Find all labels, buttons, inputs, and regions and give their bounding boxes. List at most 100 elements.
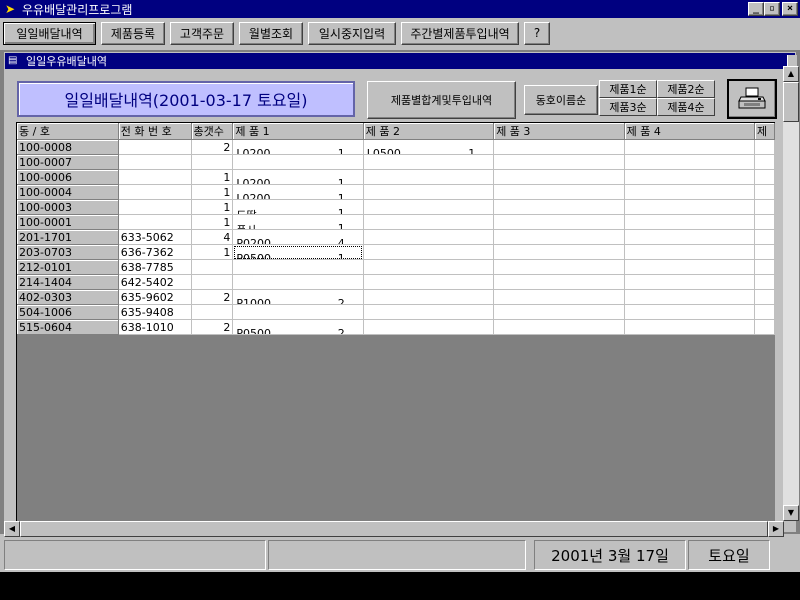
product3-cell[interactable]	[493, 169, 625, 185]
product3-cell[interactable]	[493, 319, 625, 335]
product5-cell[interactable]	[754, 289, 775, 305]
total-cell[interactable]	[191, 304, 234, 320]
table-row[interactable]: 203-0703 636-7362 1 P0500 1	[17, 244, 775, 260]
table-row[interactable]: 515-0604 638-1010 2 P0500 2	[17, 319, 775, 335]
horizontal-scrollbar[interactable]: ◀ ▶	[4, 521, 784, 537]
product4-cell[interactable]	[624, 214, 756, 230]
scroll-right-arrow-icon[interactable]: ▶	[768, 521, 784, 537]
product2-cell[interactable]: L0500 1	[363, 139, 495, 155]
product5-cell[interactable]	[754, 244, 775, 260]
print-button[interactable]	[727, 79, 777, 119]
table-row[interactable]: 201-1701 633-5062 4 P0200 4	[17, 229, 775, 245]
product5-cell[interactable]	[754, 184, 775, 200]
close-button[interactable]: ×	[782, 2, 798, 16]
address-cell[interactable]: 515-0604	[17, 319, 119, 335]
address-cell[interactable]: 504-1006	[17, 304, 119, 320]
table-row[interactable]: 100-0006 1 L0200 1	[17, 169, 775, 185]
product1-cell[interactable]: P0200 4	[232, 229, 364, 245]
horizontal-scroll-thumb[interactable]	[20, 521, 768, 537]
product3-cell[interactable]	[493, 214, 625, 230]
address-cell[interactable]: 100-0006	[17, 169, 119, 185]
address-cell[interactable]: 201-1701	[17, 229, 119, 245]
total-cell[interactable]: 1	[191, 214, 234, 230]
product2-cell[interactable]	[363, 184, 495, 200]
table-row[interactable]: 100-0004 1 L0200 1	[17, 184, 775, 200]
product1-cell[interactable]	[232, 304, 364, 320]
table-row[interactable]: 100-0007	[17, 154, 775, 170]
vertical-scrollbar[interactable]: ▲ ▼	[783, 66, 799, 521]
address-cell[interactable]: 212-0101	[17, 259, 119, 275]
total-cell[interactable]: 4	[191, 229, 234, 245]
product5-cell[interactable]	[754, 274, 775, 290]
scroll-left-arrow-icon[interactable]: ◀	[4, 521, 20, 537]
product4-cell[interactable]	[624, 154, 756, 170]
address-cell[interactable]: 203-0703	[17, 244, 119, 260]
phone-cell[interactable]	[118, 184, 192, 200]
product1-cell[interactable]: 드딸 1	[232, 199, 364, 215]
phone-cell[interactable]	[118, 214, 192, 230]
product3-cell[interactable]	[493, 154, 625, 170]
product4-cell[interactable]	[624, 169, 756, 185]
address-cell[interactable]: 214-1404	[17, 274, 119, 290]
product2-cell[interactable]	[363, 289, 495, 305]
customer-order-button[interactable]: 고객주문	[170, 21, 234, 45]
delivery-grid[interactable]: 동 / 호 전 화 번 호 총갯수 제 품 1 제 품 2 제 품 3 제 품 …	[16, 122, 775, 522]
col-header-product3[interactable]: 제 품 3	[493, 123, 625, 140]
product5-cell[interactable]	[754, 319, 775, 335]
sort-product2-button[interactable]: 제품2순	[657, 80, 715, 98]
product1-cell[interactable]: L0200 1	[232, 169, 364, 185]
monthly-view-button[interactable]: 월별조회	[239, 21, 303, 45]
product1-cell[interactable]	[232, 259, 364, 275]
pause-input-button[interactable]: 일시중지입력	[308, 21, 396, 45]
vertical-scroll-thumb[interactable]	[783, 82, 799, 122]
table-row[interactable]: 100-0008 2 L0200 1 L0500 1	[17, 139, 775, 155]
phone-cell[interactable]: 638-7785	[118, 259, 192, 275]
product2-cell[interactable]	[363, 319, 495, 335]
total-cell[interactable]	[191, 259, 234, 275]
total-cell[interactable]: 2	[191, 319, 234, 335]
address-cell[interactable]: 100-0003	[17, 199, 119, 215]
phone-cell[interactable]: 642-5402	[118, 274, 192, 290]
address-cell[interactable]: 100-0001	[17, 214, 119, 230]
product2-cell[interactable]	[363, 304, 495, 320]
product1-cell[interactable]: L0200 1	[232, 139, 364, 155]
sort-product3-button[interactable]: 제품3순	[599, 98, 657, 116]
total-cell[interactable]: 1	[191, 184, 234, 200]
weekly-product-button[interactable]: 주간별제품투입내역	[401, 21, 519, 45]
col-header-phone[interactable]: 전 화 번 호	[118, 123, 192, 140]
table-row[interactable]: 100-0001 1플사1	[17, 214, 775, 230]
product2-cell[interactable]	[363, 154, 495, 170]
phone-cell[interactable]: 633-5062	[118, 229, 192, 245]
phone-cell[interactable]: 635-9408	[118, 304, 192, 320]
phone-cell[interactable]	[118, 169, 192, 185]
product1-cell[interactable]: 플사 1	[232, 214, 364, 230]
sort-product1-button[interactable]: 제품1순	[599, 80, 657, 98]
table-row[interactable]: 214-1404 642-5402	[17, 274, 775, 290]
phone-cell[interactable]	[118, 139, 192, 155]
total-cell[interactable]: 1	[191, 199, 234, 215]
address-cell[interactable]: 100-0007	[17, 154, 119, 170]
child-title-bar[interactable]: ▤ 일일우유배달내역	[5, 53, 797, 69]
product3-cell[interactable]	[493, 229, 625, 245]
total-cell[interactable]	[191, 154, 234, 170]
product3-cell[interactable]	[493, 199, 625, 215]
product-summary-button[interactable]: 제품별합계및투입내역	[367, 81, 516, 119]
product3-cell[interactable]	[493, 259, 625, 275]
product5-cell[interactable]	[754, 259, 775, 275]
product4-cell[interactable]	[624, 319, 756, 335]
product5-cell[interactable]	[754, 304, 775, 320]
product2-cell[interactable]	[363, 229, 495, 245]
product2-cell[interactable]	[363, 274, 495, 290]
minimize-button[interactable]: _	[748, 2, 764, 16]
address-cell[interactable]: 100-0004	[17, 184, 119, 200]
product4-cell[interactable]	[624, 229, 756, 245]
daily-delivery-button[interactable]: 일일배달내역	[3, 21, 96, 45]
table-row[interactable]: 402-0303 635-9602 2 P1000 2	[17, 289, 775, 305]
scroll-down-arrow-icon[interactable]: ▼	[783, 505, 799, 521]
product-register-button[interactable]: 제품등록	[101, 21, 165, 45]
table-row[interactable]: 212-0101 638-7785	[17, 259, 775, 275]
product3-cell[interactable]	[493, 139, 625, 155]
product3-cell[interactable]	[493, 274, 625, 290]
app-title-bar[interactable]: ➤ 우유배달관리프로그램 _ ▫ ×	[0, 0, 800, 18]
product5-cell[interactable]	[754, 169, 775, 185]
